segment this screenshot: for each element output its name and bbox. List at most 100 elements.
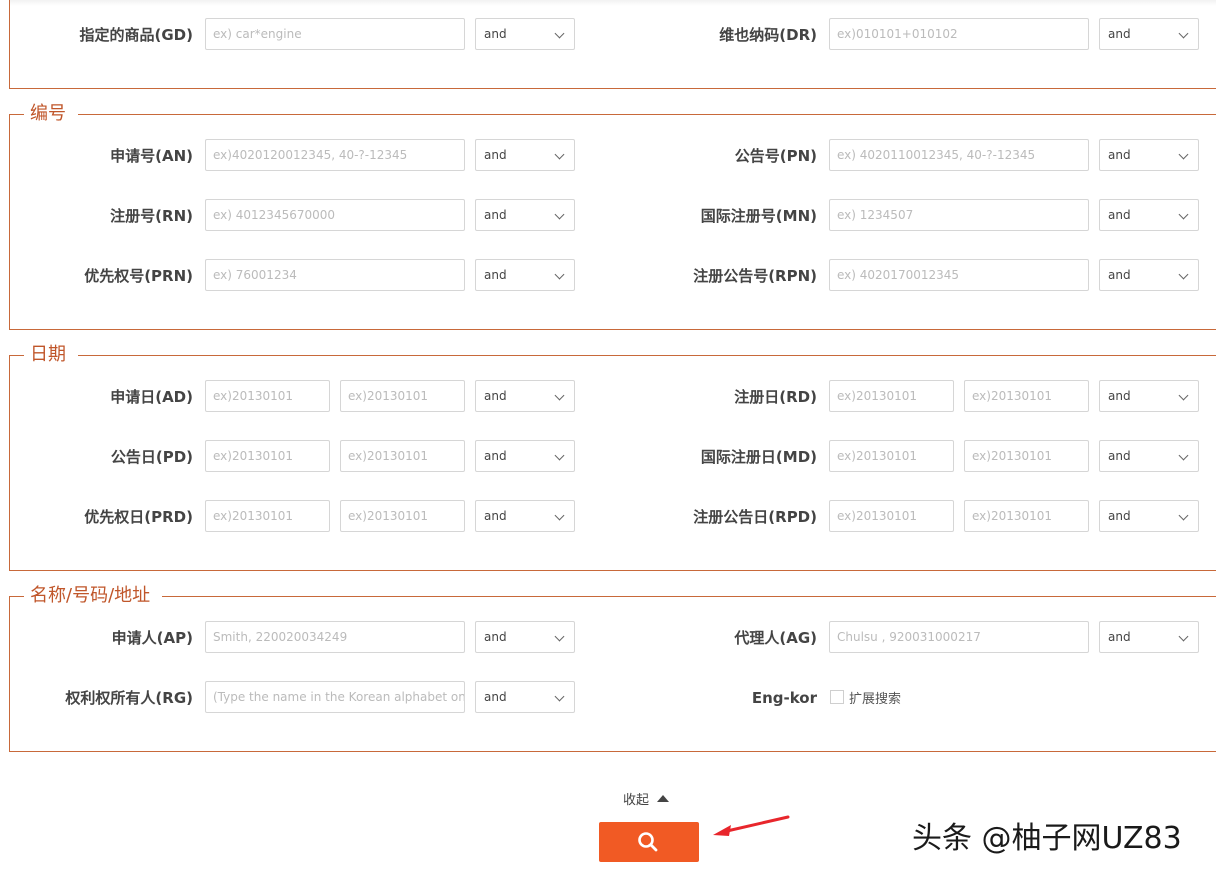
an-input[interactable]: ex)4020120012345, 40-?-12345	[205, 139, 465, 171]
pn-label: 公告号(PN)	[734, 147, 817, 165]
ad-operator-value: and	[484, 389, 507, 403]
name-section-title: 名称/号码/地址	[24, 585, 163, 607]
gd-operator-select[interactable]: and	[475, 18, 575, 50]
gd-operator-value: and	[484, 27, 507, 41]
chevron-down-icon	[1178, 209, 1189, 220]
engkor-label: Eng-kor	[751, 689, 817, 707]
pn-operator-select[interactable]: and	[1099, 139, 1199, 171]
rd-end-input[interactable]: ex)20130101	[964, 380, 1089, 412]
dr-input[interactable]: ex)010101+010102	[829, 18, 1089, 50]
prd-start-input[interactable]: ex)20130101	[205, 500, 330, 532]
rd-operator-value: and	[1108, 389, 1131, 403]
an-operator-value: and	[484, 148, 507, 162]
rpd-end-input[interactable]: ex)20130101	[964, 500, 1089, 532]
ap-operator-select[interactable]: and	[475, 621, 575, 653]
pn-input[interactable]: ex) 4020110012345, 40-?-12345	[829, 139, 1089, 171]
md-operator-value: and	[1108, 449, 1131, 463]
rpn-operator-value: and	[1108, 268, 1131, 282]
rpn-input[interactable]: ex) 4020170012345	[829, 259, 1089, 291]
prd-operator-select[interactable]: and	[475, 500, 575, 532]
rpd-start-input[interactable]: ex)20130101	[829, 500, 954, 532]
prd-operator-value: and	[484, 509, 507, 523]
rn-operator-value: and	[484, 208, 507, 222]
prn-label: 优先权号(PRN)	[84, 267, 193, 285]
rg-input[interactable]: (Type the name in the Korean alphabet on…	[205, 681, 465, 713]
ap-label: 申请人(AP)	[111, 629, 193, 647]
mn-operator-select[interactable]: and	[1099, 199, 1199, 231]
number-section-title: 编号	[24, 103, 78, 125]
rpd-operator-value: and	[1108, 509, 1131, 523]
chevron-down-icon	[1178, 631, 1189, 642]
mn-operator-value: and	[1108, 208, 1131, 222]
md-start-input[interactable]: ex)20130101	[829, 440, 954, 472]
chevron-down-icon	[1178, 390, 1189, 401]
an-label: 申请号(AN)	[110, 147, 193, 165]
rpd-label: 注册公告日(RPD)	[693, 508, 817, 526]
caret-up-icon[interactable]	[657, 795, 669, 802]
prn-input[interactable]: ex) 76001234	[205, 259, 465, 291]
rg-operator-value: and	[484, 690, 507, 704]
chevron-down-icon	[554, 450, 565, 461]
pd-operator-select[interactable]: and	[475, 440, 575, 472]
gd-label: 指定的商品(GD)	[79, 26, 193, 44]
date-section-title: 日期	[24, 344, 78, 366]
chevron-down-icon	[554, 269, 565, 280]
rn-label: 注册号(RN)	[110, 207, 193, 225]
rd-label: 注册日(RD)	[734, 388, 817, 406]
chevron-down-icon	[554, 510, 565, 521]
an-operator-select[interactable]: and	[475, 139, 575, 171]
prd-end-input[interactable]: ex)20130101	[340, 500, 465, 532]
chevron-down-icon	[1178, 149, 1189, 160]
rpn-operator-select[interactable]: and	[1099, 259, 1199, 291]
ad-end-input[interactable]: ex)20130101	[340, 380, 465, 412]
gd-input[interactable]: ex) car*engine	[205, 18, 465, 50]
md-label: 国际注册日(MD)	[700, 448, 817, 466]
name-section	[9, 596, 1216, 752]
chevron-down-icon	[554, 209, 565, 220]
md-operator-select[interactable]: and	[1099, 440, 1199, 472]
chevron-down-icon	[554, 390, 565, 401]
ag-operator-select[interactable]: and	[1099, 621, 1199, 653]
ag-input[interactable]: Chulsu , 920031000217	[829, 621, 1089, 653]
dr-label: 维也纳码(DR)	[719, 26, 817, 44]
rpd-operator-select[interactable]: and	[1099, 500, 1199, 532]
ad-start-input[interactable]: ex)20130101	[205, 380, 330, 412]
rg-label: 权利权所有人(RG)	[65, 689, 193, 707]
dr-operator-value: and	[1108, 27, 1131, 41]
rg-operator-select[interactable]: and	[475, 681, 575, 713]
extended-search-checkbox[interactable]	[830, 690, 844, 704]
watermark: 头条 @柚子网UZ83	[912, 821, 1182, 856]
prd-label: 优先权日(PRD)	[84, 508, 193, 526]
md-end-input[interactable]: ex)20130101	[964, 440, 1089, 472]
chevron-down-icon	[1178, 450, 1189, 461]
chevron-down-icon	[554, 631, 565, 642]
chevron-down-icon	[1178, 510, 1189, 521]
rn-input[interactable]: ex) 4012345670000	[205, 199, 465, 231]
extended-search-label[interactable]: 扩展搜索	[849, 688, 901, 707]
pd-start-input[interactable]: ex)20130101	[205, 440, 330, 472]
mn-input[interactable]: ex) 1234507	[829, 199, 1089, 231]
dr-operator-select[interactable]: and	[1099, 18, 1199, 50]
chevron-down-icon	[554, 28, 565, 39]
chevron-down-icon	[1178, 28, 1189, 39]
ap-input[interactable]: Smith, 220020034249	[205, 621, 465, 653]
search-button[interactable]	[599, 822, 699, 862]
pd-operator-value: and	[484, 449, 507, 463]
prn-operator-value: and	[484, 268, 507, 282]
pn-operator-value: and	[1108, 148, 1131, 162]
pd-label: 公告日(PD)	[110, 448, 193, 466]
pd-end-input[interactable]: ex)20130101	[340, 440, 465, 472]
chevron-down-icon	[1178, 269, 1189, 280]
rpn-label: 注册公告号(RPN)	[693, 267, 817, 285]
mn-label: 国际注册号(MN)	[700, 207, 817, 225]
ad-operator-select[interactable]: and	[475, 380, 575, 412]
search-icon	[638, 832, 658, 852]
rd-operator-select[interactable]: and	[1099, 380, 1199, 412]
ag-operator-value: and	[1108, 630, 1131, 644]
rn-operator-select[interactable]: and	[475, 199, 575, 231]
collapse-link[interactable]: 收起	[623, 789, 649, 808]
prn-operator-select[interactable]: and	[475, 259, 575, 291]
rd-start-input[interactable]: ex)20130101	[829, 380, 954, 412]
arrow-annotation-icon	[713, 815, 790, 836]
ag-label: 代理人(AG)	[734, 629, 817, 647]
